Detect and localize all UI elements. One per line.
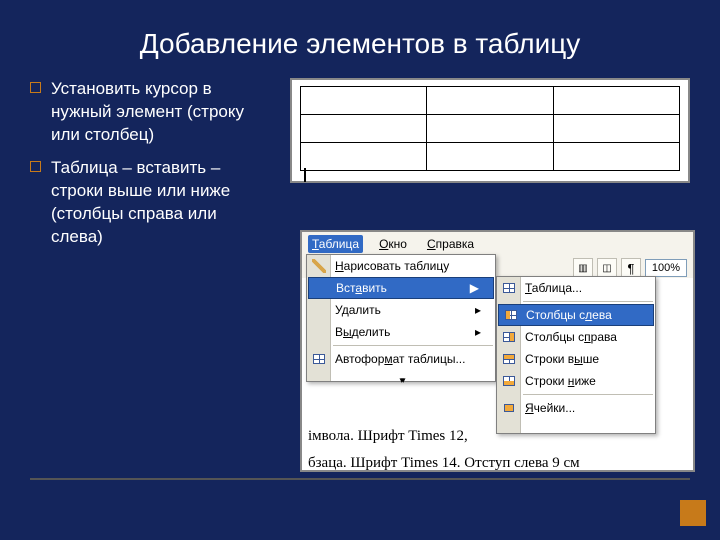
chevron-down-icon: ▾▾ xyxy=(399,375,402,385)
table-menu: Нарисовать таблицу Вставить ▶ Удалить ▸ … xyxy=(306,254,496,382)
toolbar-button[interactable]: ▥ xyxy=(573,258,593,278)
word-screenshot: Таблица Окно Справка ▥ ◫ ¶ 100% імвола. … xyxy=(300,230,695,472)
rows-below-icon xyxy=(501,373,517,389)
rows-above-icon xyxy=(501,351,517,367)
insert-submenu: Таблица... Столбцы слева Столбцы справа … xyxy=(496,276,656,434)
menu-separator xyxy=(523,394,653,395)
slide-divider xyxy=(30,478,690,480)
submenu-item-columns-right[interactable]: Столбцы справа xyxy=(497,326,655,348)
menu-help[interactable]: Справка xyxy=(423,235,478,253)
submenu-item-table[interactable]: Таблица... xyxy=(497,277,655,299)
table-icon xyxy=(501,280,517,296)
menu-item-draw-table[interactable]: Нарисовать таблицу xyxy=(307,255,495,277)
pencil-icon xyxy=(311,258,327,274)
toolbar-button[interactable]: ◫ xyxy=(597,258,617,278)
menu-table[interactable]: Таблица xyxy=(308,235,363,253)
submenu-item-cells[interactable]: Ячейки... xyxy=(497,397,655,419)
menu-separator xyxy=(523,301,653,302)
submenu-item-rows-below[interactable]: Строки ниже xyxy=(497,370,655,392)
menu-separator xyxy=(333,345,493,346)
list-item: Установить курсор в нужный элемент (стро… xyxy=(30,78,272,147)
menu-item-delete[interactable]: Удалить ▸ xyxy=(307,299,495,321)
menu-item-select[interactable]: Выделить ▸ xyxy=(307,321,495,343)
submenu-item-columns-left[interactable]: Столбцы слева xyxy=(498,304,654,326)
menu-item-insert[interactable]: Вставить ▶ xyxy=(308,277,494,299)
bullet-list: Установить курсор в нужный элемент (стро… xyxy=(30,78,272,259)
bullet-text: Установить курсор в нужный элемент (стро… xyxy=(51,78,272,147)
pilcrow-icon: ¶ xyxy=(628,261,635,276)
autoformat-icon xyxy=(311,351,327,367)
bullet-text: Таблица – вставить – строки выше или ниж… xyxy=(51,157,272,249)
sample-table-image xyxy=(290,78,690,183)
text-cursor-icon xyxy=(304,168,306,182)
doc-icon: ◫ xyxy=(602,263,611,274)
slide-title: Добавление элементов в таблицу xyxy=(0,0,720,78)
doc-text-line: бзаца. Шрифт Times 14. Отступ слева 9 см xyxy=(308,455,693,470)
columns-icon: ▥ xyxy=(578,263,587,274)
corner-accent-icon xyxy=(680,500,706,526)
menu-item-autoformat[interactable]: Автоформат таблицы... xyxy=(307,348,495,370)
menu-window[interactable]: Окно xyxy=(375,235,411,253)
cells-icon xyxy=(501,400,517,416)
submenu-arrow-icon: ▸ xyxy=(475,303,481,317)
submenu-arrow-icon: ▸ xyxy=(475,325,481,339)
columns-left-icon xyxy=(503,307,519,323)
submenu-arrow-icon: ▶ xyxy=(470,281,479,295)
bullet-icon xyxy=(30,82,41,93)
menu-expand[interactable]: ▾▾ xyxy=(307,370,495,388)
menubar: Таблица Окно Справка xyxy=(302,232,693,256)
list-item: Таблица – вставить – строки выше или ниж… xyxy=(30,157,272,249)
pilcrow-button[interactable]: ¶ xyxy=(621,258,641,278)
columns-right-icon xyxy=(501,329,517,345)
submenu-item-rows-above[interactable]: Строки выше xyxy=(497,348,655,370)
bullet-icon xyxy=(30,161,41,172)
zoom-field[interactable]: 100% xyxy=(645,259,687,277)
